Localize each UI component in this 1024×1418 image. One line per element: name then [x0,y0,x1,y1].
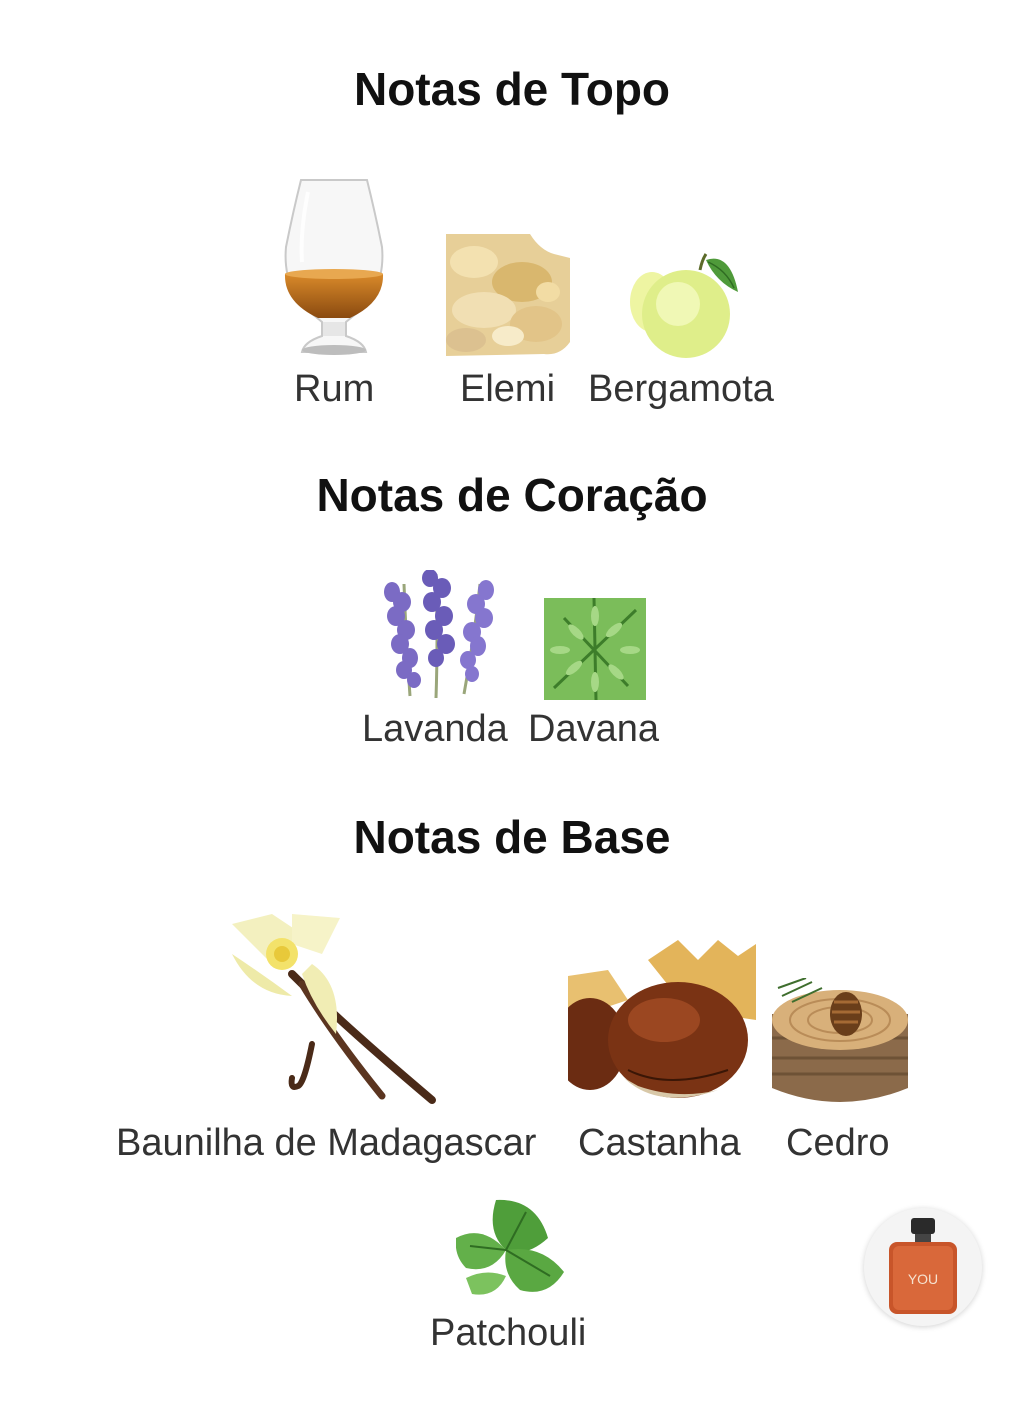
note-baunilha[interactable]: Baunilha de Madagascar [114,914,558,1174]
note-label: Davana [528,708,659,750]
note-cedro[interactable]: Cedro [772,978,912,1174]
note-lavanda[interactable]: Lavanda [362,570,522,760]
note-label: Cedro [786,1122,890,1164]
note-patchouli[interactable]: Patchouli [426,1198,606,1360]
elemi-resin-icon [444,232,572,358]
davana-herb-icon [544,598,646,700]
rum-glass-icon [238,172,428,362]
section-title-heart: Notas de Coração [316,469,708,521]
note-label: Elemi [460,368,556,410]
lavender-icon [376,570,500,700]
vanilla-icon [232,914,438,1114]
perfume-bottle-icon: YOU [883,1218,963,1318]
bottle-label: YOU [908,1271,938,1287]
chestnut-icon [568,940,758,1114]
section-title-top: Notas de Topo [353,63,671,115]
note-bergamota[interactable]: Bergamota [588,252,788,422]
note-label: Bergamota [588,368,774,410]
perfume-thumbnail-button[interactable]: YOU [864,1208,982,1326]
note-davana[interactable]: Davana [528,598,668,760]
note-rum[interactable]: Rum [238,172,428,422]
note-label: Rum [294,368,375,410]
note-elemi[interactable]: Elemi [444,232,584,422]
note-label: Castanha [578,1122,741,1164]
note-label: Baunilha de Madagascar [116,1122,537,1164]
section-title-base: Notas de Base [353,811,671,863]
bergamot-icon [630,252,742,360]
note-label: Lavanda [362,708,508,750]
note-castanha[interactable]: Castanha [566,940,762,1174]
patchouli-leaf-icon [456,1198,566,1302]
note-label: Patchouli [430,1312,587,1354]
cedar-stump-icon [772,978,908,1116]
